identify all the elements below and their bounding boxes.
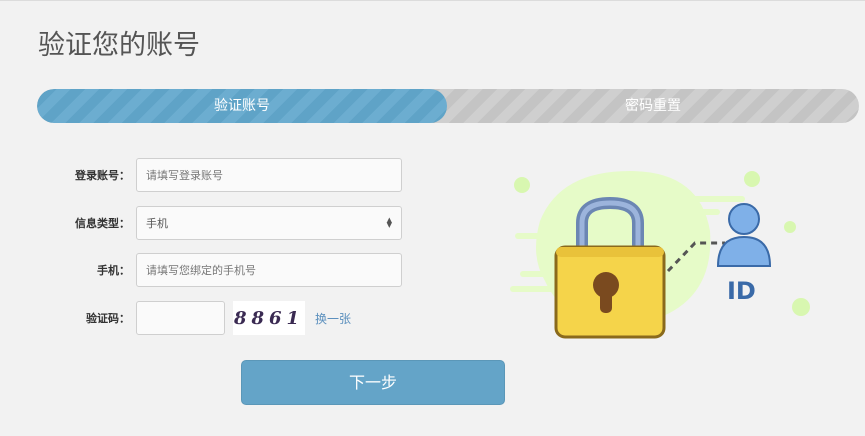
account-row: 登录账号： (60, 157, 402, 193)
lock-id-illustration: ID (510, 171, 810, 339)
phone-row: 手机： (60, 252, 402, 288)
account-input[interactable] (136, 158, 402, 192)
select-arrows-icon: ▲ ▼ (386, 216, 392, 229)
captcha-image[interactable]: 8861 (233, 301, 305, 335)
next-step-button[interactable]: 下一步 (241, 360, 505, 405)
user-icon (716, 203, 772, 267)
phone-input[interactable] (136, 253, 402, 287)
step-reset-password: 密码重置 (625, 98, 681, 114)
account-label: 登录账号： (75, 169, 130, 182)
info-type-select[interactable]: 手机 ▲ ▼ (136, 206, 402, 240)
progress-steps: 验证账号 密码重置 (37, 89, 859, 123)
info-type-row: 信息类型： 手机 ▲ ▼ (60, 205, 402, 241)
info-type-label: 信息类型： (75, 217, 130, 230)
phone-label: 手机： (97, 264, 130, 277)
step-verify-account: 验证账号 (37, 89, 447, 123)
page-title: 验证您的账号 (38, 30, 200, 61)
captcha-label: 验证码： (86, 312, 130, 325)
info-type-value: 手机 (146, 217, 168, 230)
id-text: ID (727, 277, 756, 305)
refresh-captcha-link[interactable]: 换一张 (315, 310, 351, 327)
captcha-input[interactable] (136, 301, 225, 335)
captcha-row: 验证码： 8861 换一张 (60, 300, 351, 336)
